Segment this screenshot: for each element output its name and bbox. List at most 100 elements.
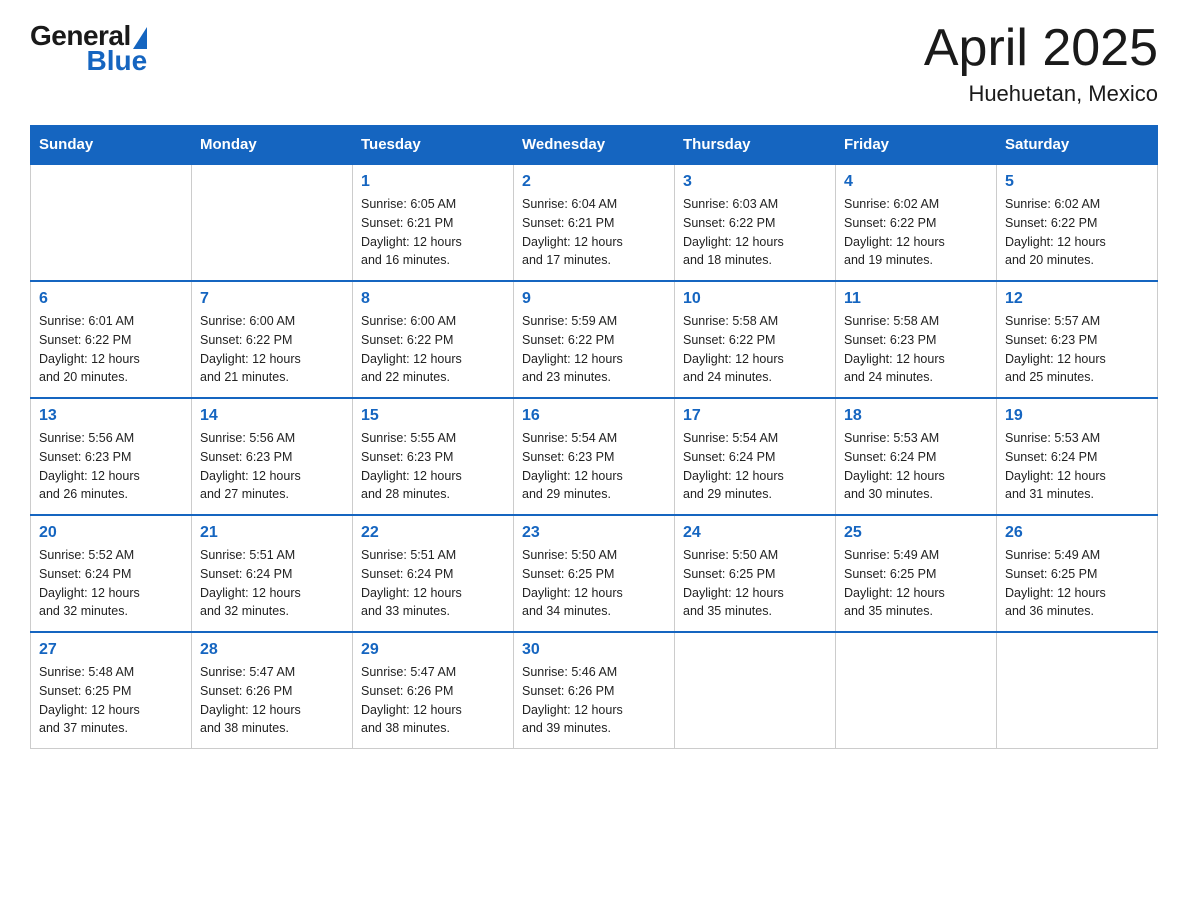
day-number: 24 [683,524,827,542]
day-info: Sunrise: 6:04 AMSunset: 6:21 PMDaylight:… [522,195,666,270]
day-info: Sunrise: 6:05 AMSunset: 6:21 PMDaylight:… [361,195,505,270]
day-number: 16 [522,407,666,425]
day-number: 14 [200,407,344,425]
calendar-cell: 16 Sunrise: 5:54 AMSunset: 6:23 PMDayligh… [514,398,675,515]
calendar-cell: 30 Sunrise: 5:46 AMSunset: 6:26 PMDayligh… [514,632,675,749]
day-number: 18 [844,407,988,425]
week-row-1: 1 Sunrise: 6:05 AMSunset: 6:21 PMDaylight… [31,164,1158,281]
day-number: 17 [683,407,827,425]
day-info: Sunrise: 5:51 AMSunset: 6:24 PMDaylight:… [200,546,344,621]
calendar-cell: 19Sunrise: 5:53 AMSunset: 6:24 PMDayligh… [997,398,1158,515]
day-info: Sunrise: 5:56 AMSunset: 6:23 PMDaylight:… [39,429,183,504]
calendar-cell: 17 Sunrise: 5:54 AMSunset: 6:24 PMDayligh… [675,398,836,515]
calendar-cell: 1 Sunrise: 6:05 AMSunset: 6:21 PMDaylight… [353,164,514,281]
logo-blue-text: Blue [86,45,147,77]
calendar-cell: 5 Sunrise: 6:02 AMSunset: 6:22 PMDaylight… [997,164,1158,281]
calendar-cell: 4 Sunrise: 6:02 AMSunset: 6:22 PMDaylight… [836,164,997,281]
day-number: 15 [361,407,505,425]
calendar-cell [675,632,836,749]
day-number: 27 [39,641,183,659]
calendar-cell: 27 Sunrise: 5:48 AMSunset: 6:25 PMDayligh… [31,632,192,749]
calendar-cell: 15 Sunrise: 5:55 AMSunset: 6:23 PMDayligh… [353,398,514,515]
calendar-cell [31,164,192,281]
day-info: Sunrise: 5:49 AMSunset: 6:25 PMDaylight:… [844,546,988,621]
calendar-cell: 2 Sunrise: 6:04 AMSunset: 6:21 PMDaylight… [514,164,675,281]
day-number: 5 [1005,173,1149,191]
day-number: 3 [683,173,827,191]
calendar-cell: 11 Sunrise: 5:58 AMSunset: 6:23 PMDayligh… [836,281,997,398]
weekday-header-saturday: Saturday [997,126,1158,165]
week-row-5: 27 Sunrise: 5:48 AMSunset: 6:25 PMDayligh… [31,632,1158,749]
week-row-4: 20Sunrise: 5:52 AMSunset: 6:24 PMDayligh… [31,515,1158,632]
day-info: Sunrise: 5:58 AMSunset: 6:23 PMDaylight:… [844,312,988,387]
calendar-cell: 26 Sunrise: 5:49 AMSunset: 6:25 PMDayligh… [997,515,1158,632]
calendar-title: April 2025 [924,20,1158,77]
day-number: 21 [200,524,344,542]
calendar-cell: 29Sunrise: 5:47 AMSunset: 6:26 PMDayligh… [353,632,514,749]
calendar-cell [192,164,353,281]
weekday-header-row: SundayMondayTuesdayWednesdayThursdayFrid… [31,126,1158,165]
day-number: 4 [844,173,988,191]
day-number: 25 [844,524,988,542]
calendar-subtitle: Huehuetan, Mexico [924,81,1158,107]
weekday-header-tuesday: Tuesday [353,126,514,165]
day-number: 22 [361,524,505,542]
day-info: Sunrise: 5:46 AMSunset: 6:26 PMDaylight:… [522,663,666,738]
day-info: Sunrise: 6:02 AMSunset: 6:22 PMDaylight:… [844,195,988,270]
calendar-table: SundayMondayTuesdayWednesdayThursdayFrid… [30,125,1158,749]
weekday-header-wednesday: Wednesday [514,126,675,165]
day-info: Sunrise: 5:53 AMSunset: 6:24 PMDaylight:… [844,429,988,504]
day-info: Sunrise: 5:51 AMSunset: 6:24 PMDaylight:… [361,546,505,621]
week-row-2: 6Sunrise: 6:01 AMSunset: 6:22 PMDaylight… [31,281,1158,398]
day-info: Sunrise: 5:52 AMSunset: 6:24 PMDaylight:… [39,546,183,621]
day-info: Sunrise: 5:57 AMSunset: 6:23 PMDaylight:… [1005,312,1149,387]
calendar-cell: 22 Sunrise: 5:51 AMSunset: 6:24 PMDayligh… [353,515,514,632]
day-number: 26 [1005,524,1149,542]
day-info: Sunrise: 5:53 AMSunset: 6:24 PMDaylight:… [1005,429,1149,504]
calendar-cell: 18 Sunrise: 5:53 AMSunset: 6:24 PMDayligh… [836,398,997,515]
day-number: 13 [39,407,183,425]
day-number: 23 [522,524,666,542]
day-info: Sunrise: 5:47 AMSunset: 6:26 PMDaylight:… [200,663,344,738]
calendar-cell [836,632,997,749]
day-info: Sunrise: 5:48 AMSunset: 6:25 PMDaylight:… [39,663,183,738]
calendar-cell: 7 Sunrise: 6:00 AMSunset: 6:22 PMDaylight… [192,281,353,398]
calendar-cell: 20Sunrise: 5:52 AMSunset: 6:24 PMDayligh… [31,515,192,632]
calendar-cell [997,632,1158,749]
calendar-cell: 24 Sunrise: 5:50 AMSunset: 6:25 PMDayligh… [675,515,836,632]
weekday-header-friday: Friday [836,126,997,165]
day-number: 11 [844,290,988,308]
day-info: Sunrise: 5:59 AMSunset: 6:22 PMDaylight:… [522,312,666,387]
day-number: 2 [522,173,666,191]
day-info: Sunrise: 5:55 AMSunset: 6:23 PMDaylight:… [361,429,505,504]
day-info: Sunrise: 5:54 AMSunset: 6:24 PMDaylight:… [683,429,827,504]
day-info: Sunrise: 6:00 AMSunset: 6:22 PMDaylight:… [200,312,344,387]
calendar-cell: 12Sunrise: 5:57 AMSunset: 6:23 PMDayligh… [997,281,1158,398]
calendar-cell: 25 Sunrise: 5:49 AMSunset: 6:25 PMDayligh… [836,515,997,632]
day-number: 6 [39,290,183,308]
day-info: Sunrise: 5:49 AMSunset: 6:25 PMDaylight:… [1005,546,1149,621]
day-number: 8 [361,290,505,308]
calendar-cell: 8 Sunrise: 6:00 AMSunset: 6:22 PMDaylight… [353,281,514,398]
calendar-cell: 23 Sunrise: 5:50 AMSunset: 6:25 PMDayligh… [514,515,675,632]
day-number: 9 [522,290,666,308]
calendar-cell: 28 Sunrise: 5:47 AMSunset: 6:26 PMDayligh… [192,632,353,749]
day-info: Sunrise: 5:50 AMSunset: 6:25 PMDaylight:… [683,546,827,621]
day-number: 28 [200,641,344,659]
day-number: 7 [200,290,344,308]
day-number: 10 [683,290,827,308]
calendar-cell: 10Sunrise: 5:58 AMSunset: 6:22 PMDayligh… [675,281,836,398]
day-info: Sunrise: 6:00 AMSunset: 6:22 PMDaylight:… [361,312,505,387]
day-info: Sunrise: 5:54 AMSunset: 6:23 PMDaylight:… [522,429,666,504]
logo: General Gen Blue [30,20,147,80]
day-info: Sunrise: 6:03 AMSunset: 6:22 PMDaylight:… [683,195,827,270]
day-number: 1 [361,173,505,191]
weekday-header-sunday: Sunday [31,126,192,165]
weekday-header-thursday: Thursday [675,126,836,165]
day-info: Sunrise: 5:47 AMSunset: 6:26 PMDaylight:… [361,663,505,738]
day-info: Sunrise: 5:50 AMSunset: 6:25 PMDaylight:… [522,546,666,621]
day-number: 30 [522,641,666,659]
day-info: Sunrise: 6:02 AMSunset: 6:22 PMDaylight:… [1005,195,1149,270]
calendar-cell: 14Sunrise: 5:56 AMSunset: 6:23 PMDayligh… [192,398,353,515]
weekday-header-monday: Monday [192,126,353,165]
